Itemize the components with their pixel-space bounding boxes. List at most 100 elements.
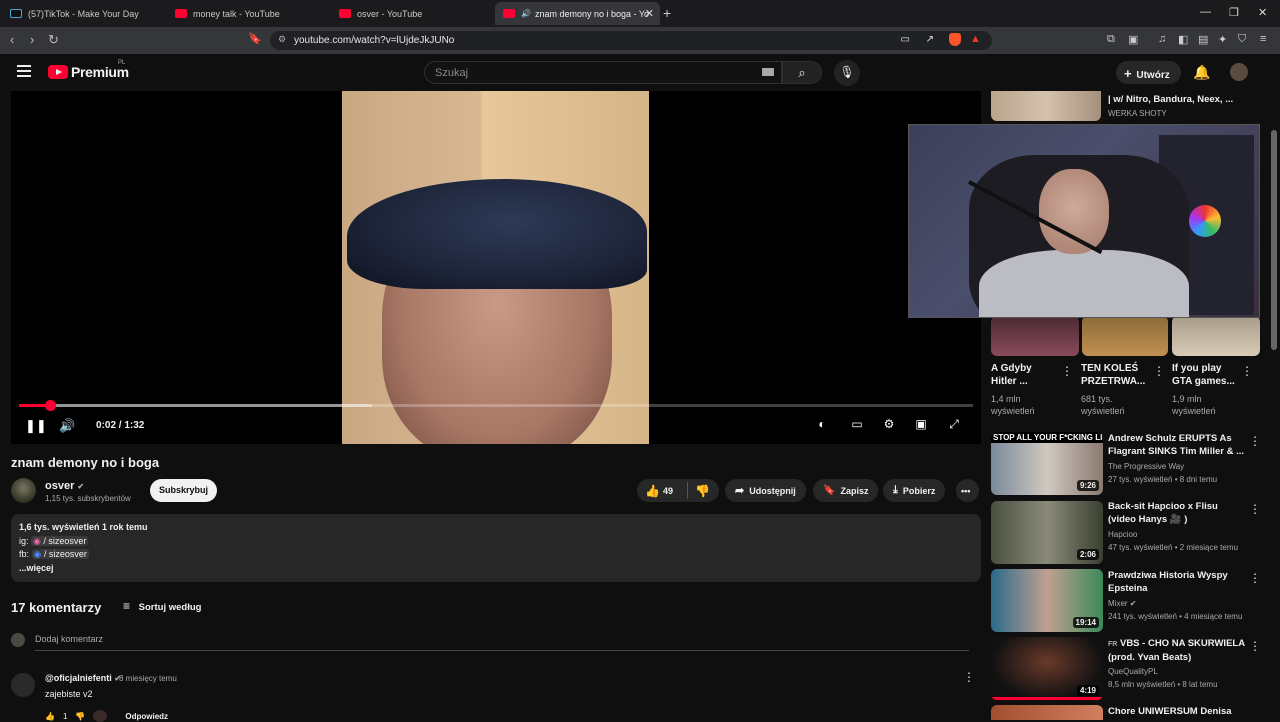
tab-osver[interactable]: osver - YouTube <box>331 2 496 25</box>
sidebar-icon[interactable]: ◧ <box>1178 33 1188 46</box>
hamburger-menu-icon[interactable] <box>17 65 31 77</box>
video-thumbnail[interactable]: 4:19 <box>991 637 1103 700</box>
video-menu-icon[interactable]: ⋮ <box>1249 639 1261 653</box>
settings-gear-icon[interactable]: ⚙ <box>879 417 899 433</box>
subtitles-icon[interactable]: ▭ <box>847 417 867 433</box>
video-title[interactable]: Andrew Schulz ERUPTS As Flagrant SINKS T… <box>1108 432 1248 458</box>
autoplay-toggle-icon[interactable]: ◐ <box>812 417 832 433</box>
search-button[interactable]: ⌕ <box>782 61 822 84</box>
create-button[interactable]: + Utwórz <box>1116 61 1181 84</box>
keyboard-icon[interactable] <box>762 68 774 76</box>
minimize-icon[interactable]: — <box>1200 6 1211 18</box>
channel-name[interactable]: QueQualityPL <box>1108 666 1158 678</box>
show-more-link[interactable]: ...więcej <box>19 562 973 576</box>
add-comment-input[interactable]: Dodaj komentarz <box>35 634 969 651</box>
save-button[interactable]: 🔖 Zapisz <box>813 479 879 502</box>
video-title[interactable]: Back-sit Hapcioo x Flisu (video Hanys 🎥 … <box>1108 500 1248 526</box>
dislike-icon[interactable]: 👎 <box>695 484 710 498</box>
sort-comments-button[interactable]: ≡ Sortuj według <box>123 599 201 613</box>
short-title[interactable]: TEN KOLEŚ PRZETRWA... <box>1081 362 1147 388</box>
pause-icon[interactable]: ❚❚ <box>25 418 47 434</box>
channel-avatar[interactable] <box>11 478 36 503</box>
video-thumbnail[interactable]: 2:06 <box>991 501 1103 564</box>
tab-tiktok[interactable]: (57)TikTok - Make Your Day <box>2 2 167 25</box>
theater-mode-icon[interactable]: ▣ <box>911 417 931 433</box>
wallet2-icon[interactable]: ▤ <box>1198 33 1208 46</box>
short-thumbnail[interactable] <box>1082 316 1168 356</box>
fullscreen-icon[interactable]: ⤢ <box>944 417 964 433</box>
video-title[interactable]: | w/ Nitro, Bandura, Neex, ... <box>1108 93 1258 106</box>
comment-menu-icon[interactable]: ⋮ <box>963 670 975 684</box>
wallet-icon[interactable]: ▣ <box>1128 33 1138 46</box>
description-box[interactable]: 1,6 tys. wyświetleń 1 rok temu ig: ◉ / s… <box>11 514 981 582</box>
bookmark-icon[interactable]: 🔖 <box>248 32 262 45</box>
extensions-icon[interactable]: ⧉ <box>1107 33 1115 46</box>
more-actions-button[interactable]: ••• <box>956 479 979 502</box>
cast-icon[interactable]: ▭ <box>901 34 910 45</box>
short-menu-icon[interactable]: ⋮ <box>1241 364 1253 378</box>
brave-rewards-icon[interactable]: ▲ <box>970 33 981 45</box>
leo-ai-icon[interactable]: ✦ <box>1218 33 1227 46</box>
like-icon[interactable]: 👍 <box>645 484 660 498</box>
channel-name[interactable]: osver ✔ <box>45 480 84 492</box>
video-thumbnail[interactable]: STOP ALL YOUR F*CKING LIES 9:26 <box>991 432 1103 495</box>
close-window-icon[interactable]: ✕ <box>1258 6 1267 19</box>
url-field[interactable]: ⚙ youtube.com/watch?v=lUjdeJkJUNo ▭ ↗ <box>270 31 992 50</box>
close-tab-icon[interactable]: ✕ <box>645 7 654 20</box>
tab-current-video[interactable]: 🔊 znam demony no i boga - Yo ✕ <box>495 2 660 25</box>
comment-author[interactable]: @oficjalniefenti ✔ <box>45 673 121 683</box>
download-button[interactable]: ⤓ Pobierz <box>883 479 946 502</box>
comment-dislike-icon[interactable]: 👎 <box>75 712 85 721</box>
picture-in-picture-window[interactable] <box>908 124 1260 318</box>
reply-button[interactable]: Odpowiedz <box>125 712 168 721</box>
verified-icon: ✔ <box>1129 599 1137 608</box>
site-settings-icon[interactable]: ⚙ <box>278 34 286 45</box>
brave-shields-icon[interactable] <box>949 33 961 46</box>
video-menu-icon[interactable]: ⋮ <box>1249 502 1261 516</box>
channel-name[interactable]: WERKA SHOTY <box>1108 108 1167 120</box>
video-title[interactable]: FR VBS - CHO NA SKURWIELA (prod. Yvan Be… <box>1108 637 1248 664</box>
progress-scrubber[interactable] <box>44 400 56 411</box>
channel-name[interactable]: The Progressive Way <box>1108 461 1184 473</box>
forward-icon[interactable]: › <box>30 32 34 47</box>
tab-money-talk[interactable]: money talk - YouTube <box>167 2 332 25</box>
page-scrollbar[interactable] <box>1271 130 1277 350</box>
short-title[interactable]: If you play GTA games... <box>1172 362 1238 388</box>
restore-icon[interactable]: ❐ <box>1229 6 1239 19</box>
share-icon[interactable]: ↗ <box>926 34 934 45</box>
short-menu-icon[interactable]: ⋮ <box>1153 364 1165 378</box>
subscribe-button[interactable]: Subskrybuj <box>150 479 217 502</box>
youtube-premium-logo[interactable]: Premium PL <box>48 60 129 80</box>
back-icon[interactable]: ‹ <box>10 32 14 47</box>
channel-name[interactable]: Hapcioo <box>1108 529 1137 541</box>
short-thumbnail[interactable] <box>991 316 1079 356</box>
video-player[interactable]: ❚❚ 🔊 0:02 / 1:32 ◐ ▭ ⚙ ▣ ⤢ <box>11 91 981 444</box>
video-thumbnail[interactable] <box>991 705 1103 720</box>
voice-search-button[interactable]: 🎙 <box>834 60 860 86</box>
video-title[interactable]: Chore UNIWERSUM Denisa <box>1108 705 1248 718</box>
video-menu-icon[interactable]: ⋮ <box>1249 571 1261 585</box>
short-menu-icon[interactable]: ⋮ <box>1061 364 1073 378</box>
new-tab-icon[interactable]: + <box>663 5 671 21</box>
thumbnail[interactable] <box>991 91 1101 121</box>
video-thumbnail[interactable]: 19:14 <box>991 569 1103 632</box>
volume-icon[interactable]: 🔊 <box>59 418 75 434</box>
progress-bar[interactable] <box>19 400 973 411</box>
channel-name[interactable]: Mixer ✔ <box>1108 598 1137 610</box>
music-icon[interactable]: ♫ <box>1158 33 1166 45</box>
facebook-link[interactable]: ◉ / sizeosver <box>31 549 89 559</box>
instagram-link[interactable]: ◉ / sizeosver <box>31 535 89 546</box>
video-title[interactable]: Prawdziwa Historia Wyspy Epsteina <box>1108 569 1248 595</box>
notifications-bell-icon[interactable]: 🔔 <box>1193 64 1210 81</box>
comment-avatar[interactable] <box>11 673 35 697</box>
account-avatar[interactable] <box>1230 63 1248 81</box>
search-input[interactable]: Szukaj <box>424 61 782 84</box>
browser-menu-icon[interactable]: ≡ <box>1260 33 1266 45</box>
vpn-icon[interactable]: ⛉ <box>1238 33 1246 46</box>
comment-like-icon[interactable]: 👍 <box>45 712 55 721</box>
share-button[interactable]: ➦ Udostępnij <box>725 479 806 502</box>
reload-icon[interactable]: ↻ <box>48 32 59 48</box>
video-menu-icon[interactable]: ⋮ <box>1249 434 1261 448</box>
short-title[interactable]: A Gdyby Hitler ... <box>991 362 1055 388</box>
short-thumbnail[interactable] <box>1172 316 1260 356</box>
